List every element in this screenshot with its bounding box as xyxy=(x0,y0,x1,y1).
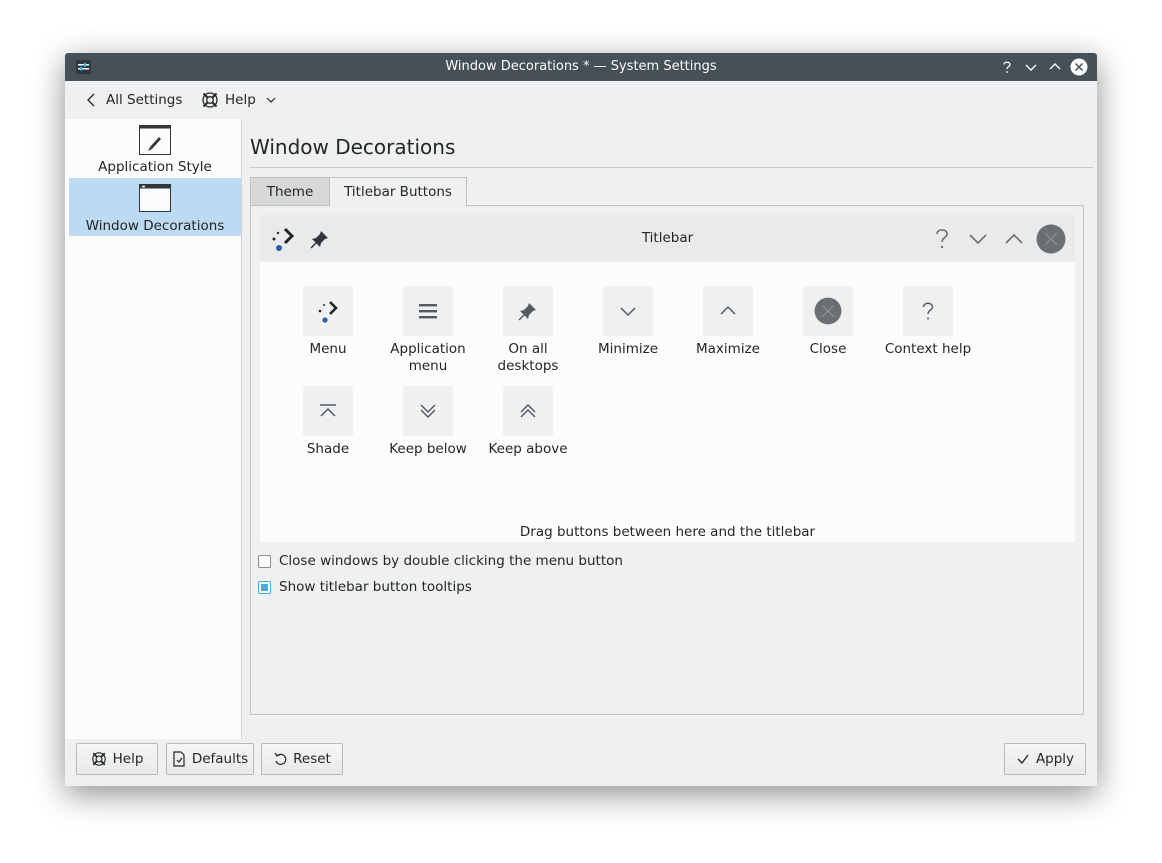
menu-dots-icon[interactable] xyxy=(268,225,296,253)
question-icon xyxy=(922,302,934,320)
close-double-click-checkbox[interactable] xyxy=(258,554,271,568)
context-help-icon[interactable] xyxy=(928,225,956,253)
palette-item-context-help[interactable]: Context help xyxy=(878,286,978,376)
help-button-label: Help xyxy=(112,751,144,767)
palette-item-label: Context help xyxy=(884,341,972,357)
palette-item-label: Application menu xyxy=(390,341,466,374)
window-title: Window Decorations * — System Settings xyxy=(445,59,717,74)
defaults-button[interactable]: Defaults xyxy=(166,743,254,775)
pin-icon[interactable] xyxy=(306,225,334,253)
sidebar-item-window-decorations[interactable]: Window Decorations xyxy=(69,178,241,236)
palette-item-keep-above[interactable]: Keep above xyxy=(478,386,578,476)
palette-item-label: Menu xyxy=(309,341,347,357)
palette-item-close[interactable]: Close xyxy=(778,286,878,376)
palette-tile xyxy=(303,286,353,336)
title-separator xyxy=(250,167,1093,168)
all-settings-button[interactable]: All Settings xyxy=(85,81,182,119)
help-menu-button[interactable]: Help xyxy=(201,81,278,119)
palette-item-keep-below[interactable]: Keep below xyxy=(378,386,478,476)
palette-item-application-menu[interactable]: Application menu xyxy=(378,286,478,376)
lifebuoy-icon xyxy=(202,92,218,108)
palette-item-label: Close xyxy=(809,341,847,357)
hamburger-icon xyxy=(419,304,437,319)
palette-item-menu[interactable]: Menu xyxy=(278,286,378,376)
titlebar-preview[interactable]: Titlebar xyxy=(260,215,1075,262)
palette-item-label: Keep above xyxy=(488,441,568,457)
tab-titlebar-buttons[interactable]: Titlebar Buttons xyxy=(329,177,467,207)
apply-button[interactable]: Apply xyxy=(1004,743,1086,775)
reset-button-label: Reset xyxy=(293,751,331,767)
palette-tile xyxy=(503,286,553,336)
double-chevron-down-icon xyxy=(420,404,436,419)
document-defaults-icon xyxy=(173,751,185,767)
show-tooltips-label: Show titlebar button tooltips xyxy=(279,579,472,595)
palette-tile xyxy=(703,286,753,336)
minimize-icon[interactable] xyxy=(1022,58,1040,76)
apply-button-label: Apply xyxy=(1035,751,1075,767)
all-settings-label: All Settings xyxy=(106,92,183,108)
palette-tile xyxy=(403,286,453,336)
sidebar-item-label: Application Style xyxy=(98,159,212,175)
palette-item-maximize[interactable]: Maximize xyxy=(678,286,778,376)
minimize-icon[interactable] xyxy=(964,225,992,253)
sidebar-item-label: Window Decorations xyxy=(85,218,225,234)
palette-item-minimize[interactable]: Minimize xyxy=(578,286,678,376)
help-button[interactable]: Help xyxy=(76,743,158,775)
show-tooltips-checkbox[interactable] xyxy=(258,580,271,594)
checkmark-icon xyxy=(1017,754,1029,764)
close-window-icon[interactable] xyxy=(1070,58,1088,76)
maximize-icon[interactable] xyxy=(1000,225,1028,253)
palette-item-label: Maximize xyxy=(696,341,760,357)
category-sidebar: Application Style Window Decorations xyxy=(65,119,242,739)
shade-icon xyxy=(320,404,336,417)
help-menu-label: Help xyxy=(225,92,256,108)
lifebuoy-icon xyxy=(91,752,106,766)
page-title: Window Decorations xyxy=(250,135,456,159)
double-chevron-up-icon xyxy=(520,403,536,418)
reset-button[interactable]: Reset xyxy=(261,743,343,775)
close-double-click-label: Close windows by double clicking the men… xyxy=(279,553,623,569)
button-palette: Menu Application menu On all desktops Mi… xyxy=(260,262,1075,542)
show-tooltips-option[interactable]: Show titlebar button tooltips xyxy=(258,577,472,597)
pin-icon xyxy=(518,303,536,321)
window-titlebar[interactable]: Window Decorations * — System Settings xyxy=(65,53,1097,81)
close-circle-icon xyxy=(814,297,842,325)
drag-hint: Drag buttons between here and the titleb… xyxy=(519,524,816,540)
palette-tile xyxy=(903,286,953,336)
chevron-left-icon xyxy=(87,93,95,107)
defaults-button-label: Defaults xyxy=(191,751,249,767)
chevron-up-icon xyxy=(720,305,736,315)
system-settings-window: Window Decorations * — System Settings A… xyxy=(65,53,1097,786)
toolbar: All Settings Help xyxy=(65,81,1097,119)
maximize-icon[interactable] xyxy=(1046,58,1064,76)
palette-tile xyxy=(503,386,553,436)
palette-tile xyxy=(803,286,853,336)
menu-dots-icon xyxy=(318,301,338,323)
chevron-down-icon xyxy=(266,97,276,103)
application-style-icon xyxy=(139,125,171,155)
window-decorations-icon xyxy=(139,184,171,212)
palette-item-shade[interactable]: Shade xyxy=(278,386,378,476)
chevron-down-icon xyxy=(620,307,636,317)
palette-item-on-all-desktops[interactable]: On all desktops xyxy=(478,286,578,376)
palette-tile xyxy=(403,386,453,436)
palette-item-label: Shade xyxy=(306,441,350,457)
sidebar-item-application-style[interactable]: Application Style xyxy=(69,119,241,177)
palette-item-label: On all desktops xyxy=(497,341,559,374)
close-circle-icon[interactable] xyxy=(1036,224,1066,254)
palette-tile xyxy=(303,386,353,436)
context-help-icon[interactable] xyxy=(998,58,1016,76)
close-double-click-option[interactable]: Close windows by double clicking the men… xyxy=(258,551,623,571)
palette-item-label: Minimize xyxy=(598,341,658,357)
palette-tile xyxy=(603,286,653,336)
palette-item-label: Keep below xyxy=(389,441,467,457)
undo-icon xyxy=(274,752,287,765)
tab-theme[interactable]: Theme xyxy=(250,177,330,205)
